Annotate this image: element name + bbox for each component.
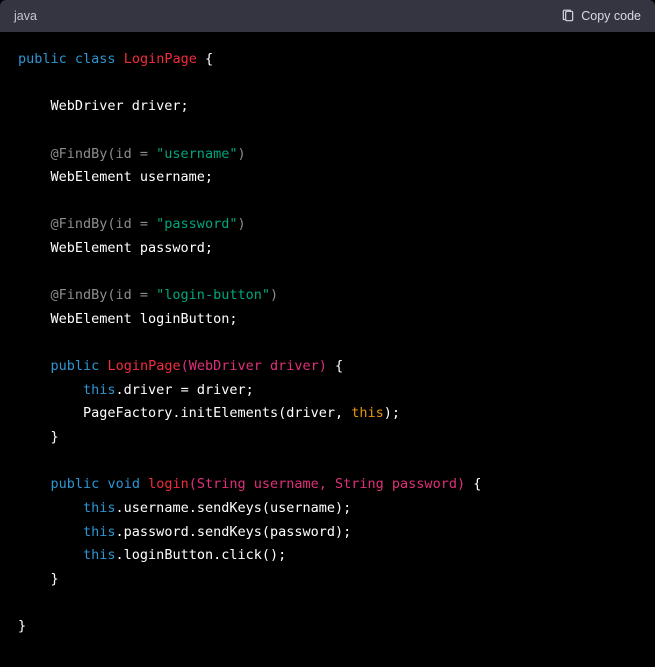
- token-this: this: [83, 500, 116, 516]
- token-this: this: [83, 382, 116, 398]
- code-fragment: .driver = driver;: [116, 382, 254, 398]
- token-keyword: public: [51, 476, 100, 492]
- token-classname: LoginPage: [124, 51, 197, 67]
- token-this: this: [83, 524, 116, 540]
- token-keyword: public: [18, 51, 67, 67]
- code-line: WebElement username;: [18, 169, 213, 185]
- token-punct: {: [465, 476, 481, 492]
- token-keyword: class: [75, 51, 116, 67]
- token-string: "username": [156, 146, 237, 162]
- code-content[interactable]: public class LoginPage { WebDriver drive…: [0, 32, 655, 655]
- token-this: this: [83, 547, 116, 563]
- code-fragment: PageFactory.initElements(driver,: [18, 405, 351, 421]
- token-string: "login-button": [156, 287, 270, 303]
- code-fragment: .loginButton.click();: [116, 547, 287, 563]
- token-punct: ): [237, 216, 245, 232]
- code-line: WebElement password;: [18, 240, 213, 256]
- copy-code-label: Copy code: [581, 9, 641, 23]
- code-line: WebDriver driver;: [18, 98, 189, 114]
- token-params: (String username, String password): [189, 476, 465, 492]
- code-fragment: .username.sendKeys(username);: [116, 500, 352, 516]
- token-this: this: [351, 405, 384, 421]
- token-params: (WebDriver driver): [181, 358, 327, 374]
- code-line: WebElement loginButton;: [18, 311, 237, 327]
- code-header: java Copy code: [0, 0, 655, 32]
- code-fragment: .password.sendKeys(password);: [116, 524, 352, 540]
- token-punct: ): [237, 146, 245, 162]
- token-punct: {: [327, 358, 343, 374]
- token-function: login: [148, 476, 189, 492]
- token-annotation: @FindBy(id =: [18, 216, 156, 232]
- code-fragment: );: [384, 405, 400, 421]
- token-string: "password": [156, 216, 237, 232]
- token-annotation: @FindBy(id =: [18, 287, 156, 303]
- clipboard-icon: [561, 9, 575, 23]
- code-block: java Copy code public class LoginPage { …: [0, 0, 655, 667]
- token-punct: {: [197, 51, 213, 67]
- token-annotation: @FindBy(id =: [18, 146, 156, 162]
- code-line: }: [18, 571, 59, 587]
- copy-code-button[interactable]: Copy code: [561, 9, 641, 23]
- token-punct: ): [270, 287, 278, 303]
- language-label: java: [14, 9, 37, 23]
- code-line: }: [18, 429, 59, 445]
- token-keyword: public: [51, 358, 100, 374]
- code-line: }: [18, 618, 26, 634]
- token-function: LoginPage: [107, 358, 180, 374]
- token-keyword: void: [107, 476, 140, 492]
